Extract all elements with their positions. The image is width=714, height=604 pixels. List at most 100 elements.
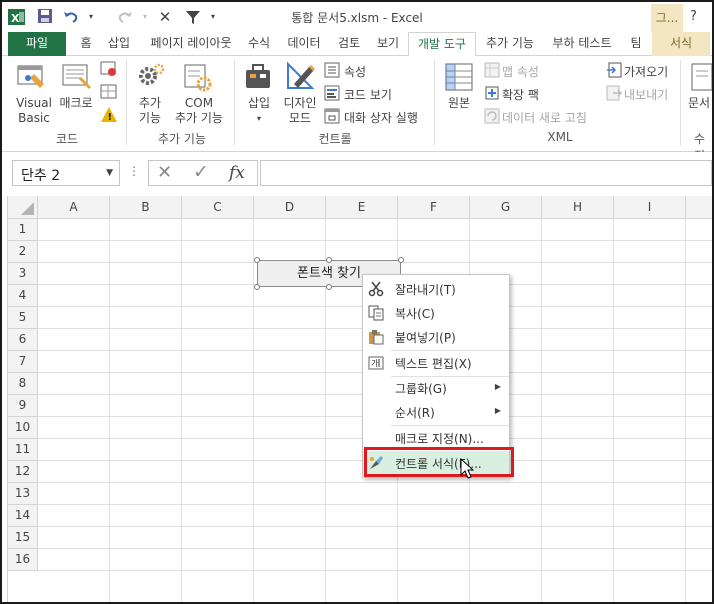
tab-formulas[interactable]: 수식 [244, 32, 274, 56]
expansion-packs-button[interactable]: 확장 팩 [502, 86, 539, 103]
worksheet-grid[interactable]: A B C D E F G H I 1 2 3 4 5 6 7 8 9 10 11 12 13 14 15 16 [2, 196, 712, 602]
format-control-icon [368, 455, 384, 471]
svg-text:가: 가 [371, 359, 379, 368]
macro-button[interactable]: 매크로 [56, 96, 96, 111]
menu-item-label: 잘라내기(T) [395, 283, 456, 297]
column-header[interactable]: E [326, 196, 398, 219]
properties-button[interactable]: 속성 [344, 63, 366, 80]
column-header[interactable] [686, 196, 712, 219]
import-button[interactable]: 가져오기 [624, 63, 668, 80]
row-header[interactable]: 16 [8, 549, 38, 571]
macro-icon[interactable] [60, 60, 92, 95]
row-header[interactable]: 9 [8, 395, 38, 417]
row-header[interactable]: 5 [8, 307, 38, 329]
map-properties-button[interactable]: 맵 속성 [502, 63, 539, 80]
row-header[interactable]: 3 [8, 263, 38, 285]
row-header[interactable]: 14 [8, 505, 38, 527]
row-header[interactable]: 2 [8, 241, 38, 263]
row-header[interactable]: 15 [8, 527, 38, 549]
help-button[interactable]: ? [690, 9, 697, 24]
gridline [253, 219, 254, 602]
design-mode-label-1: 디자인 [283, 96, 317, 110]
design-mode-icon[interactable] [284, 60, 316, 95]
record-macro-icon[interactable] [100, 60, 118, 81]
menu-item-format-control[interactable]: 컨트롤 서식(F)... [363, 451, 509, 475]
tab-view[interactable]: 보기 [372, 32, 404, 56]
design-mode-button[interactable]: 디자인 모드 [280, 96, 320, 126]
com-addins-button[interactable]: COM 추가 기능 [170, 96, 228, 126]
tab-insert[interactable]: 삽입 [102, 32, 136, 56]
row-header[interactable]: 7 [8, 351, 38, 373]
name-box[interactable]: 단추 2 ▼ [12, 160, 120, 186]
contextual-tab-header[interactable]: 그... [651, 4, 683, 32]
visual-basic-button[interactable]: Visual Basic [12, 96, 56, 126]
row-header[interactable]: 12 [8, 461, 38, 483]
menu-item-copy[interactable]: 복사(C) [363, 301, 509, 325]
tab-page-layout[interactable]: 페이지 레이아웃 [142, 32, 240, 56]
row-header[interactable]: 6 [8, 329, 38, 351]
document-panel-icon[interactable] [690, 62, 714, 95]
resize-handle[interactable] [398, 257, 404, 263]
cancel-icon[interactable]: ✕ [157, 162, 172, 183]
addins-gear-icon[interactable] [136, 62, 166, 95]
insert-control-button[interactable]: 삽입 ▾ [240, 96, 278, 126]
gridline [181, 219, 182, 602]
menu-item-edit-text[interactable]: 가 텍스트 편집(X) [363, 351, 509, 375]
tab-team[interactable]: 팀 [626, 32, 646, 56]
menu-item-cut[interactable]: 잘라내기(T) [363, 277, 509, 301]
refresh-data-button[interactable]: 데이터 새로 고침 [502, 109, 587, 126]
row-header[interactable]: 10 [8, 417, 38, 439]
menu-item-order[interactable]: 순서(R) ▶ [363, 400, 509, 424]
tab-data[interactable]: 데이터 [284, 32, 324, 56]
tab-review[interactable]: 검토 [334, 32, 364, 56]
row-header[interactable]: 4 [8, 285, 38, 307]
relative-ref-icon[interactable] [100, 83, 118, 104]
formula-bar: 단추 2 ▼ ⋮ ✕ ✓ fx [2, 152, 712, 196]
column-header[interactable]: H [542, 196, 614, 219]
run-dialog-button[interactable]: 대화 상자 실행 [344, 109, 418, 126]
resize-handle[interactable] [254, 284, 260, 290]
macro-security-icon[interactable]: ! [100, 106, 118, 127]
insert-control-icon[interactable] [244, 62, 274, 95]
row-header[interactable]: 13 [8, 483, 38, 505]
gridline [38, 548, 712, 549]
column-header[interactable]: A [38, 196, 110, 219]
name-box-value: 단추 2 [21, 168, 61, 184]
chevron-down-icon[interactable]: ▼ [106, 168, 113, 178]
tab-developer[interactable]: 개발 도구 [408, 32, 476, 57]
row-header[interactable]: 1 [8, 219, 38, 241]
resize-handle[interactable] [254, 257, 260, 263]
select-all-button[interactable] [8, 196, 38, 219]
column-header[interactable]: G [470, 196, 542, 219]
export-button[interactable]: 내보내기 [624, 86, 668, 103]
tab-file[interactable]: 파일 [8, 32, 66, 56]
menu-item-assign-macro[interactable]: 매크로 지정(N)... [363, 426, 509, 450]
column-header[interactable]: F [398, 196, 470, 219]
tab-load-test[interactable]: 부하 테스트 [546, 32, 618, 56]
xml-source-button[interactable]: 원본 [442, 96, 476, 111]
tab-format[interactable]: 서식 [652, 32, 710, 56]
resize-handle[interactable] [326, 257, 332, 263]
enter-check-icon[interactable]: ✓ [193, 161, 209, 183]
group-label-controls: 컨트롤 [318, 132, 352, 146]
column-header[interactable]: C [182, 196, 254, 219]
tab-home[interactable]: 홈 [74, 32, 98, 56]
column-header[interactable]: B [110, 196, 182, 219]
row-header[interactable]: 11 [8, 439, 38, 461]
menu-item-paste[interactable]: 붙여넣기(P) [363, 325, 509, 349]
addins-button[interactable]: 추가 기능 [132, 96, 168, 126]
insert-function-icon[interactable]: fx [229, 163, 245, 183]
column-header[interactable]: D [254, 196, 326, 219]
row-header[interactable]: 8 [8, 373, 38, 395]
tab-addins[interactable]: 추가 기능 [480, 32, 540, 56]
xml-source-icon[interactable] [444, 62, 474, 95]
com-addins-icon[interactable] [182, 62, 212, 95]
resize-handle[interactable] [326, 284, 332, 290]
document-panel-button[interactable]: 문서 패 [688, 96, 712, 111]
menu-item-group[interactable]: 그룹화(G) ▶ [363, 376, 509, 400]
column-header[interactable]: I [614, 196, 686, 219]
formula-bar-resize-icon[interactable]: ⋮ [128, 164, 140, 178]
visual-basic-icon[interactable] [16, 60, 48, 95]
view-code-button[interactable]: 코드 보기 [344, 86, 392, 103]
formula-input[interactable] [260, 160, 712, 186]
